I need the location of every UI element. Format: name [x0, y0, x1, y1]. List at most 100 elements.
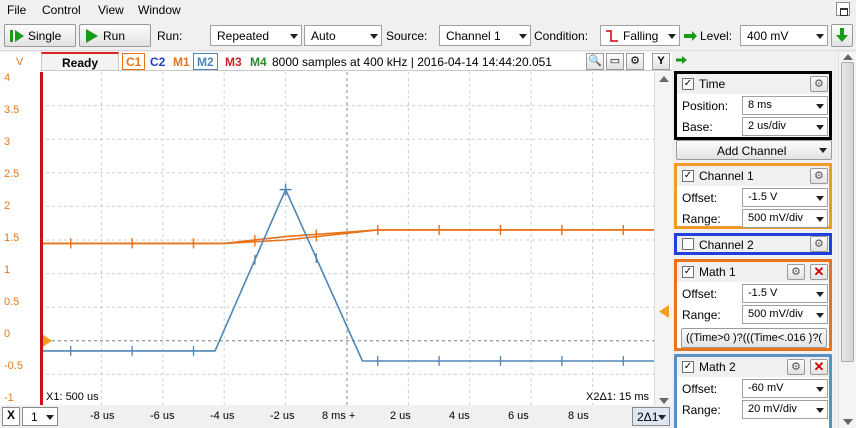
- gear-icon[interactable]: [787, 264, 805, 280]
- chevron-down-icon: [816, 292, 824, 297]
- math1-offset-select[interactable]: -1.5 V: [742, 284, 828, 303]
- menu-view[interactable]: View: [98, 3, 124, 17]
- scope-plot[interactable]: [40, 72, 654, 408]
- ground-marker: [43, 334, 52, 347]
- y-tick: 3.5: [4, 104, 20, 116]
- level-select[interactable]: 400 mV: [740, 25, 828, 46]
- chip-m1[interactable]: M1: [169, 53, 194, 70]
- scroll-up-icon[interactable]: [843, 54, 853, 60]
- source-select[interactable]: Channel 1: [439, 25, 531, 46]
- add-channel-label: Add Channel: [717, 144, 787, 158]
- y-button[interactable]: Y: [652, 53, 670, 70]
- plot-scrollbar[interactable]: [654, 72, 672, 408]
- delta-button[interactable]: 2Δ1: [632, 407, 670, 426]
- scroll-up-icon[interactable]: [659, 76, 669, 82]
- plot-area[interactable]: [40, 72, 654, 408]
- y-tick: 3: [4, 136, 11, 148]
- math1-offset-label: Offset:: [682, 287, 718, 301]
- trigger-level-marker-icon[interactable]: [658, 305, 670, 319]
- time-checkbox[interactable]: ✓: [682, 78, 694, 90]
- screenshot-icon[interactable]: ▭: [606, 53, 624, 70]
- side-panel: ✓ Time Position: 8 ms Base: 2 us/div Add…: [672, 52, 838, 428]
- single-button[interactable]: Single: [4, 24, 76, 47]
- math2-offset-label: Offset:: [682, 382, 718, 396]
- run-mode-select[interactable]: Repeated: [210, 25, 302, 46]
- math1-range-label: Range:: [682, 308, 721, 322]
- side-panel-scrollbar[interactable]: [838, 52, 856, 428]
- source-label: Source:: [386, 29, 428, 43]
- chevron-down-icon: [816, 34, 824, 39]
- restore-window-icon[interactable]: [836, 2, 850, 16]
- close-icon[interactable]: ✕: [810, 359, 828, 375]
- add-channel-button[interactable]: Add Channel: [676, 140, 832, 160]
- scroll-down-icon[interactable]: [659, 398, 669, 404]
- y-tick: 2: [4, 200, 11, 212]
- channel1-title: Channel 1: [699, 169, 754, 183]
- y-tick: 1.5: [4, 232, 20, 244]
- falling-edge-icon: [606, 30, 618, 42]
- x2-readout: X2Δ1: 15 ms: [586, 391, 649, 403]
- channel1-offset-select[interactable]: -1.5 V: [742, 188, 828, 207]
- scroll-thumb[interactable]: [841, 62, 854, 362]
- math2-offset-select[interactable]: -60 mV: [742, 379, 828, 398]
- chip-m2[interactable]: M2: [193, 53, 218, 70]
- math1-checkbox[interactable]: ✓: [682, 266, 694, 278]
- run-label: Run: [103, 29, 126, 43]
- time-title: Time: [699, 77, 726, 91]
- math1-range-select[interactable]: 500 mV/div: [742, 305, 828, 324]
- plot-header: Ready C1 C2 M1 M2 M3 M4 8000 samples at …: [40, 52, 672, 71]
- math2-checkbox[interactable]: ✓: [682, 361, 694, 373]
- x-tick: -4 us: [210, 410, 235, 422]
- settings-icon[interactable]: ⚙: [626, 53, 644, 70]
- math1-offset-value: -1.5 V: [748, 287, 778, 299]
- time-base-select[interactable]: 2 us/div: [742, 117, 828, 136]
- time-position-select[interactable]: 8 ms: [742, 96, 828, 115]
- menu-control[interactable]: Control: [42, 3, 81, 17]
- chevron-down-icon: [816, 387, 824, 392]
- condition-select[interactable]: Falling: [600, 25, 680, 46]
- channel1-range-select[interactable]: 500 mV/div: [742, 209, 828, 228]
- channel1-range-label: Range:: [682, 212, 721, 226]
- gear-icon[interactable]: [810, 76, 828, 92]
- x-axis-select[interactable]: 1: [22, 407, 58, 426]
- run-button[interactable]: Run: [79, 24, 151, 47]
- x-tick: 4 us: [449, 410, 470, 422]
- x-tick: 8 ms +: [322, 410, 356, 422]
- channel2-panel: Channel 2: [674, 233, 832, 255]
- math1-expression-button[interactable]: ((Time>0 )?(((Time<.016 )?(: [681, 328, 827, 348]
- chip-c1[interactable]: C1: [122, 53, 146, 70]
- math2-range-select[interactable]: 20 mV/div: [742, 400, 828, 419]
- channel2-checkbox[interactable]: [682, 238, 694, 250]
- gear-icon[interactable]: [810, 236, 828, 252]
- y-tick: 0: [4, 328, 11, 340]
- x-axis-button[interactable]: X: [2, 407, 20, 426]
- chevron-down-icon: [668, 34, 676, 39]
- level-apply-button[interactable]: [831, 24, 853, 47]
- channel1-checkbox[interactable]: ✓: [682, 170, 694, 182]
- channel1-range-value: 500 mV/div: [748, 212, 804, 224]
- chip-m4[interactable]: M4: [246, 53, 271, 70]
- gear-icon[interactable]: [810, 168, 828, 184]
- status-badge: Ready: [41, 52, 119, 71]
- auto-value: Auto: [311, 29, 336, 43]
- math2-header: ✓ Math 2 ✕: [677, 357, 829, 377]
- math2-range-label: Range:: [682, 403, 721, 417]
- math1-expression: ((Time>0 )?(((Time<.016 )?(: [686, 332, 823, 344]
- auto-select[interactable]: Auto: [304, 25, 382, 46]
- close-icon[interactable]: ✕: [810, 264, 828, 280]
- scroll-down-icon[interactable]: [843, 419, 853, 425]
- gear-icon[interactable]: [787, 359, 805, 375]
- chip-m3[interactable]: M3: [221, 53, 246, 70]
- level-value: 400 mV: [747, 29, 789, 43]
- condition-label: Condition:: [534, 29, 589, 43]
- time-base-value: 2 us/div: [748, 120, 786, 132]
- x-axis-select-value: 1: [31, 410, 38, 424]
- chip-c2[interactable]: C2: [146, 53, 169, 70]
- chevron-down-icon: [816, 217, 824, 222]
- arrow-right-icon: [684, 31, 697, 41]
- menu-file[interactable]: File: [7, 3, 26, 17]
- source-value: Channel 1: [446, 29, 501, 43]
- chevron-down-icon: [290, 34, 298, 39]
- zoom-icon[interactable]: 🔍: [586, 53, 604, 70]
- menu-window[interactable]: Window: [138, 3, 181, 17]
